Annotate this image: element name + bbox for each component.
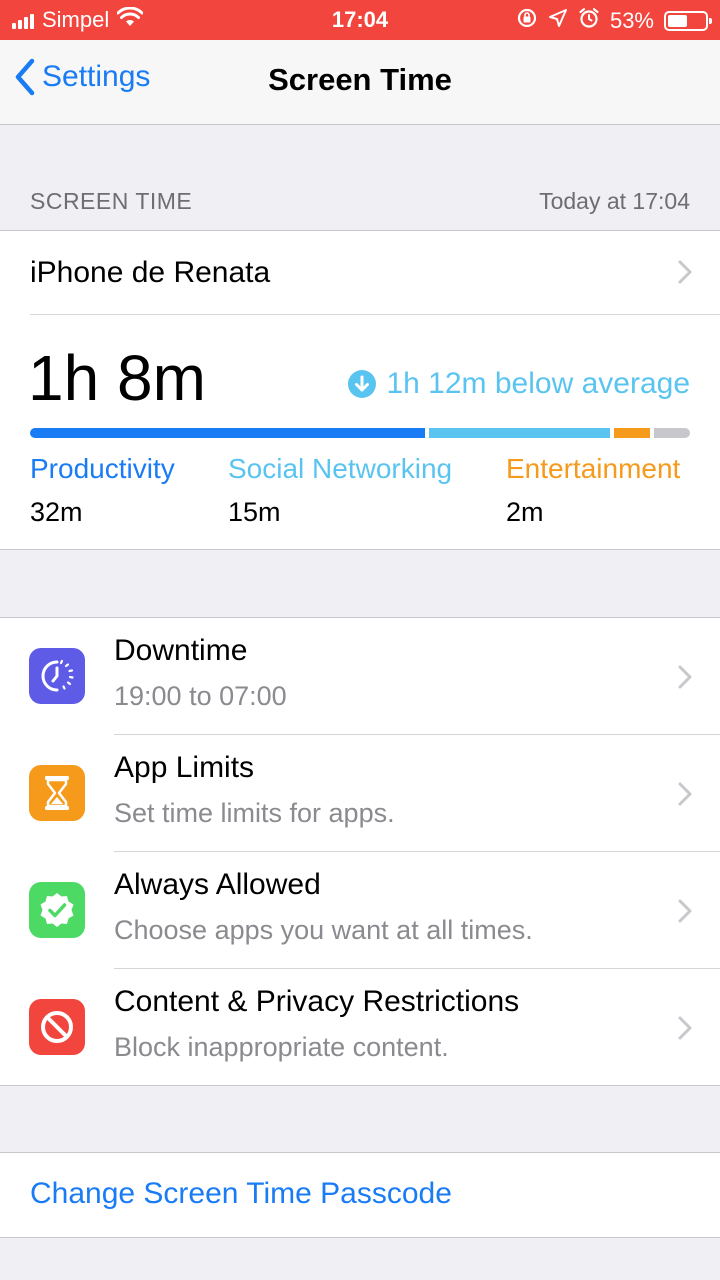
downtime-row[interactable]: Downtime 19:00 to 07:00 — [0, 618, 720, 735]
row-title: Downtime — [114, 634, 248, 667]
row-subtitle: Choose apps you want at all times. — [114, 915, 533, 945]
section-timestamp: Today at 17:04 — [539, 188, 690, 214]
location-icon — [548, 8, 568, 34]
checkmark-badge-icon — [29, 882, 85, 938]
section-title: SCREEN TIME — [30, 188, 193, 214]
category-name: Entertainment — [506, 453, 681, 484]
divider — [30, 314, 720, 315]
block-icon — [29, 999, 85, 1055]
category-productivity: Productivity 32m — [30, 453, 175, 528]
app-limits-row[interactable]: App Limits Set time limits for apps. — [0, 735, 720, 852]
section-header: SCREEN TIME Today at 17:04 — [0, 124, 720, 230]
usage-bar-segment — [654, 428, 690, 438]
battery-percent: 53% — [609, 8, 654, 33]
usage-bar-segment — [30, 428, 425, 438]
device-row[interactable]: iPhone de Renata — [0, 231, 720, 314]
row-title: Content & Privacy Restrictions — [114, 985, 520, 1018]
arrow-down-circle-icon — [348, 370, 377, 398]
chevron-right-icon — [678, 665, 692, 689]
row-subtitle: Block inappropriate content. — [114, 1032, 449, 1062]
battery-icon — [664, 11, 712, 31]
rotation-lock-icon — [516, 7, 538, 35]
category-name: Productivity — [30, 453, 175, 484]
change-passcode-button[interactable]: Change Screen Time Passcode — [30, 1177, 452, 1211]
chevron-right-icon — [678, 1016, 692, 1040]
navigation-bar: Settings Screen Time — [0, 40, 720, 125]
row-title: Always Allowed — [114, 868, 321, 901]
category-time: 32m — [30, 497, 83, 527]
device-name: iPhone de Renata — [30, 256, 271, 289]
category-time: 2m — [506, 497, 544, 527]
page-title: Screen Time — [268, 62, 452, 97]
downtime-icon — [29, 648, 85, 704]
always-allowed-row[interactable]: Always Allowed Choose apps you want at a… — [0, 852, 720, 969]
hourglass-icon — [29, 765, 85, 821]
alarm-icon — [578, 7, 600, 35]
passcode-cell: Change Screen Time Passcode — [0, 1152, 720, 1238]
category-social-networking: Social Networking 15m — [228, 453, 452, 528]
total-usage: 1h 8m — [28, 342, 206, 414]
row-subtitle: 19:00 to 07:00 — [114, 681, 287, 711]
row-title: App Limits — [114, 751, 255, 784]
usage-bar-segment — [429, 428, 610, 438]
category-time: 15m — [228, 497, 281, 527]
usage-bar — [30, 428, 690, 438]
chevron-right-icon — [678, 899, 692, 923]
average-label: 1h 12m below average — [386, 367, 690, 400]
usage-bar-segment — [614, 428, 650, 438]
category-name: Social Networking — [228, 453, 453, 484]
category-entertainment: Entertainment 2m — [506, 453, 680, 528]
row-subtitle: Set time limits for apps. — [114, 798, 395, 828]
settings-list: Downtime 19:00 to 07:00 App Limits Set t… — [0, 617, 720, 1086]
chevron-right-icon — [678, 782, 692, 806]
status-bar: Simpel 17:04 53% — [0, 0, 720, 40]
content-privacy-row[interactable]: Content & Privacy Restrictions Block ina… — [0, 969, 720, 1086]
average-comparison: 1h 12m below average — [348, 367, 690, 401]
chevron-right-icon — [678, 260, 692, 284]
usage-summary-card: iPhone de Renata 1h 8m 1h 12m below aver… — [0, 230, 720, 550]
